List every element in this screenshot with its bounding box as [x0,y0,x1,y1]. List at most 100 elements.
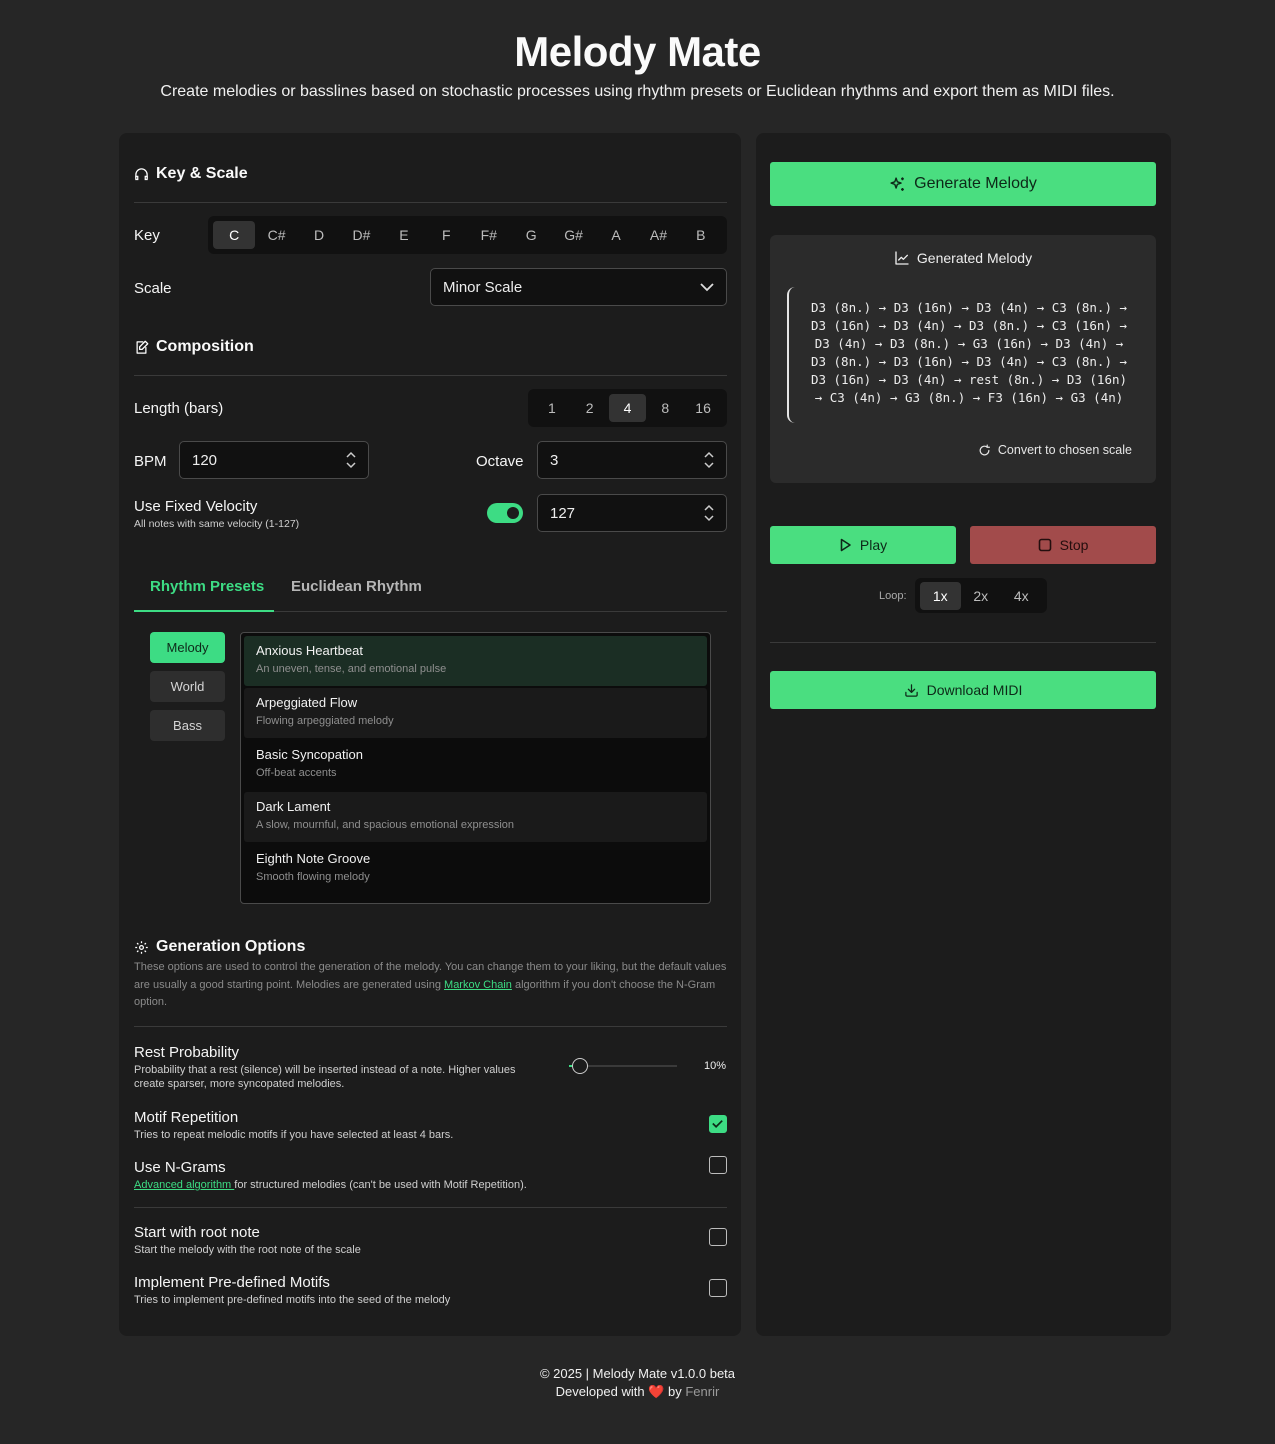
generation-desc: These options are used to control the ge… [134,959,727,1012]
sparkles-icon [890,176,904,191]
category-world[interactable]: World [150,671,225,702]
chevron-down-icon[interactable] [346,461,356,469]
velocity-value: 127 [550,504,576,522]
chevron-up-icon[interactable] [704,504,714,512]
key-option[interactable]: A [595,221,637,249]
bpm-stepper[interactable] [346,451,356,469]
chevron-up-icon[interactable] [346,451,356,459]
download-midi-label: Download MIDI [926,682,1023,698]
tab-rhythm-presets[interactable]: Rhythm Presets [150,578,264,595]
octave-stepper[interactable] [704,451,714,469]
key-option[interactable]: E [383,221,425,249]
ngrams-desc: Advanced algorithm for structured melodi… [134,1178,527,1192]
root-note-desc: Start the melody with the root note of t… [134,1244,361,1256]
composition-heading: Composition [134,338,254,356]
rest-probability-desc: Probability that a rest (silence) will b… [134,1064,516,1090]
velocity-label: Use Fixed Velocity [134,498,258,515]
bpm-value: 120 [192,451,218,469]
scale-value: Minor Scale [443,278,523,296]
loop-selector: 1x 2x 4x [915,578,1047,613]
scale-label: Scale [134,280,172,297]
download-midi-button[interactable]: Download MIDI [770,671,1156,709]
length-label: Length (bars) [134,400,224,417]
loop-option[interactable]: 2x [961,582,1002,610]
loop-label: Loop: [879,590,907,602]
output-panel: Generate Melody Generated Melody D3 (8n.… [756,133,1171,1336]
motif-repetition-title: Motif Repetition [134,1109,239,1126]
preset-item[interactable]: Basic Syncopation Off-beat accents [244,740,707,790]
root-note-checkbox[interactable] [709,1228,727,1246]
category-melody[interactable]: Melody [150,632,225,663]
key-option[interactable]: D [298,221,340,249]
scale-select[interactable]: Minor Scale [430,268,727,306]
category-bass[interactable]: Bass [150,710,225,741]
generation-title: Generation Options [156,938,306,955]
tab-euclidean-rhythm[interactable]: Euclidean Rhythm [291,578,422,595]
active-tab-indicator [134,610,274,612]
length-option[interactable]: 4 [608,394,647,422]
preset-desc: An uneven, tense, and emotional pulse [256,663,447,675]
velocity-stepper[interactable] [704,504,714,522]
generation-heading: Generation Options [134,938,305,956]
play-label: Play [859,537,888,553]
key-option[interactable]: B [680,221,722,249]
key-option[interactable]: F# [468,221,510,249]
preset-desc: Off-beat accents [256,767,337,779]
rest-slider-thumb[interactable] [571,1058,588,1074]
length-option[interactable]: 8 [646,394,684,422]
key-option[interactable]: G# [552,221,594,249]
length-option[interactable]: 1 [533,394,571,422]
convert-scale-button[interactable]: Convert to chosen scale [978,443,1132,457]
edit-note-icon [136,340,149,354]
ngrams-checkbox[interactable] [709,1156,727,1174]
rest-probability-value: 10% [704,1060,727,1072]
chevron-down-icon[interactable] [704,461,714,469]
loop-option[interactable]: 1x [920,581,961,610]
motif-repetition-checkbox[interactable] [709,1115,727,1133]
author-link[interactable]: Fenrir [685,1384,719,1399]
preset-item[interactable]: Dark Lament A slow, mournful, and spacio… [244,792,707,842]
loop-option[interactable]: 4x [1001,582,1042,610]
motif-repetition-desc: Tries to repeat melodic motifs if you ha… [134,1129,454,1141]
divider [770,642,1156,643]
check-icon [712,1120,723,1128]
preset-item[interactable]: Arpeggiated Flow Flowing arpeggiated mel… [244,688,707,738]
stop-button[interactable]: Stop [970,526,1156,564]
refresh-icon [979,443,990,455]
key-label: Key [134,227,160,244]
length-option[interactable]: 2 [571,394,609,422]
chevron-up-icon[interactable] [704,451,714,459]
preset-name: Eighth Note Groove [256,851,371,866]
divider [134,1207,727,1208]
octave-label: Octave [476,453,524,470]
key-option[interactable]: D# [340,221,382,249]
preset-item[interactable]: Anxious Heartbeat An uneven, tense, and … [244,636,707,686]
key-option[interactable]: G [510,221,552,249]
octave-input[interactable]: 3 [537,441,727,479]
key-option[interactable]: C [213,221,256,249]
ngrams-desc-text: for structured melodies (can't be used w… [234,1179,527,1191]
preset-desc: A slow, mournful, and spacious emotional… [256,819,515,831]
generate-melody-button[interactable]: Generate Melody [770,162,1156,206]
melody-sequence: D3 (8n.) → D3 (16n) → D3 (4n) → C3 (8n.)… [787,287,1132,423]
velocity-toggle[interactable] [487,503,523,523]
key-option[interactable]: F [425,221,467,249]
chevron-down-icon[interactable] [704,514,714,522]
key-option[interactable]: A# [637,221,679,249]
composition-title: Composition [156,338,254,355]
melody-title: Generated Melody [916,250,1033,266]
markov-chain-link[interactable]: Markov Chain [444,979,512,991]
preset-item[interactable]: Eighth Note Groove Smooth flowing melody [244,844,707,894]
preset-name: Dark Lament [256,799,331,814]
advanced-algorithm-link[interactable]: Advanced algorithm [134,1179,234,1191]
bpm-input[interactable]: 120 [179,441,369,479]
play-button[interactable]: Play [770,526,956,564]
preset-name: Anxious Heartbeat [256,643,363,658]
velocity-input[interactable]: 127 [537,494,727,532]
key-option[interactable]: C# [255,221,297,249]
octave-value: 3 [550,451,559,469]
ngrams-title: Use N-Grams [134,1159,226,1176]
length-option[interactable]: 16 [684,394,722,422]
predefined-motifs-checkbox[interactable] [709,1279,727,1297]
play-icon [840,538,851,552]
